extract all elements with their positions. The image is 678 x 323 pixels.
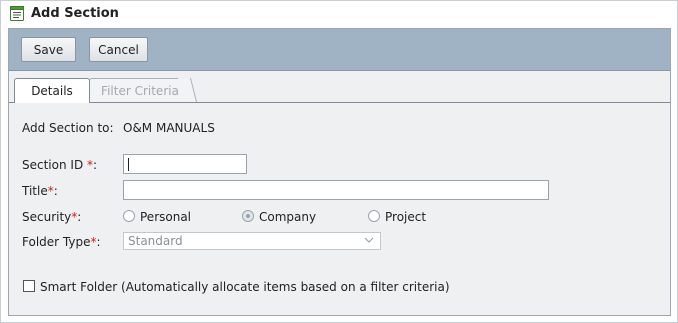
- add-section-to-label: Add Section to:: [22, 121, 114, 135]
- tab-details[interactable]: Details: [14, 78, 90, 103]
- cancel-button[interactable]: Cancel: [89, 37, 148, 62]
- security-personal-radio[interactable]: [123, 210, 135, 222]
- tab-strip: Filter Criteria Details: [9, 78, 670, 103]
- folder-type-select[interactable]: Standard: [123, 232, 381, 250]
- add-section-dialog: Add Section Save Cancel Filter Criteria …: [0, 0, 678, 323]
- chevron-down-icon: [364, 237, 374, 243]
- smart-folder-checkbox[interactable]: [23, 280, 35, 292]
- section-id-input[interactable]: [123, 154, 247, 174]
- folder-type-label: Folder Type*:: [22, 235, 101, 249]
- document-form-icon: [10, 6, 24, 21]
- dialog-body: Save Cancel Filter Criteria Details Add …: [8, 28, 671, 316]
- tab-divider: [9, 102, 670, 103]
- smart-folder-label: Smart Folder (Automatically allocate ite…: [40, 280, 450, 294]
- security-company-label: Company: [259, 210, 317, 224]
- section-id-label: Section ID *:: [22, 158, 98, 172]
- toolbar: Save Cancel: [9, 29, 670, 71]
- title-label: Title*:: [22, 184, 58, 198]
- title-input[interactable]: [123, 180, 549, 200]
- dialog-title: Add Section: [31, 6, 119, 21]
- security-project-radio[interactable]: [368, 210, 380, 222]
- security-project-label: Project: [385, 210, 427, 224]
- security-company-radio[interactable]: [242, 210, 254, 222]
- folder-type-value: Standard: [128, 234, 183, 248]
- tab-filter-criteria[interactable]: Filter Criteria: [89, 78, 191, 102]
- security-personal-label: Personal: [140, 210, 192, 224]
- dialog-titlebar: Add Section: [1, 1, 677, 26]
- add-section-to-value: O&M MANUALS: [123, 121, 215, 135]
- text-cursor: [128, 158, 129, 171]
- security-label: Security*:: [22, 210, 82, 224]
- save-button[interactable]: Save: [21, 37, 76, 62]
